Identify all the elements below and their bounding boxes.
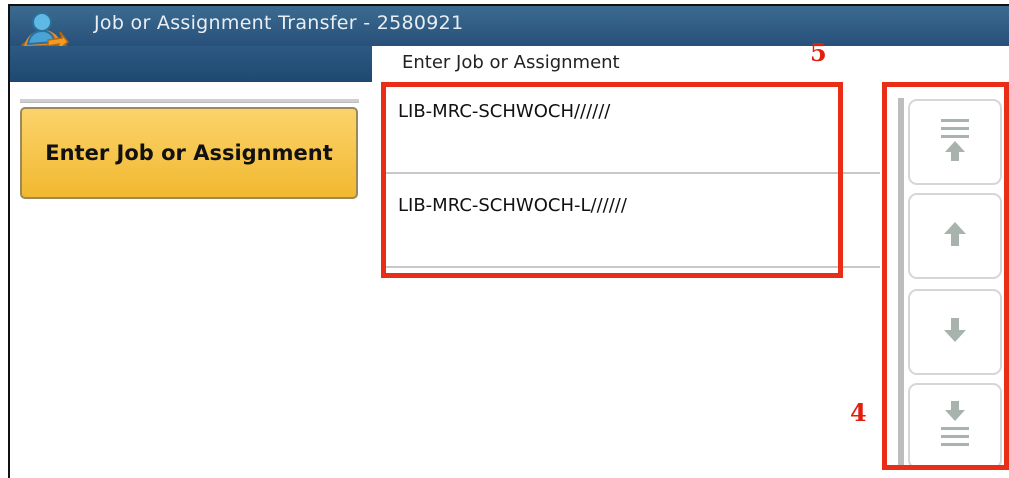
annotation-marker-4: 4 [850,398,867,427]
window-title: Job or Assignment Transfer - 2580921 [94,12,464,34]
title-bar: Job or Assignment Transfer - 2580921 [10,6,1009,53]
annotation-marker-5: 5 [810,38,827,67]
left-header-band [10,46,372,82]
section-label: Enter Job or Assignment [382,50,1009,80]
left-divider [20,99,359,103]
enter-job-button[interactable]: Enter Job or Assignment [20,107,358,199]
list-highlight-box [381,82,843,278]
scroll-highlight-box [882,82,1009,470]
